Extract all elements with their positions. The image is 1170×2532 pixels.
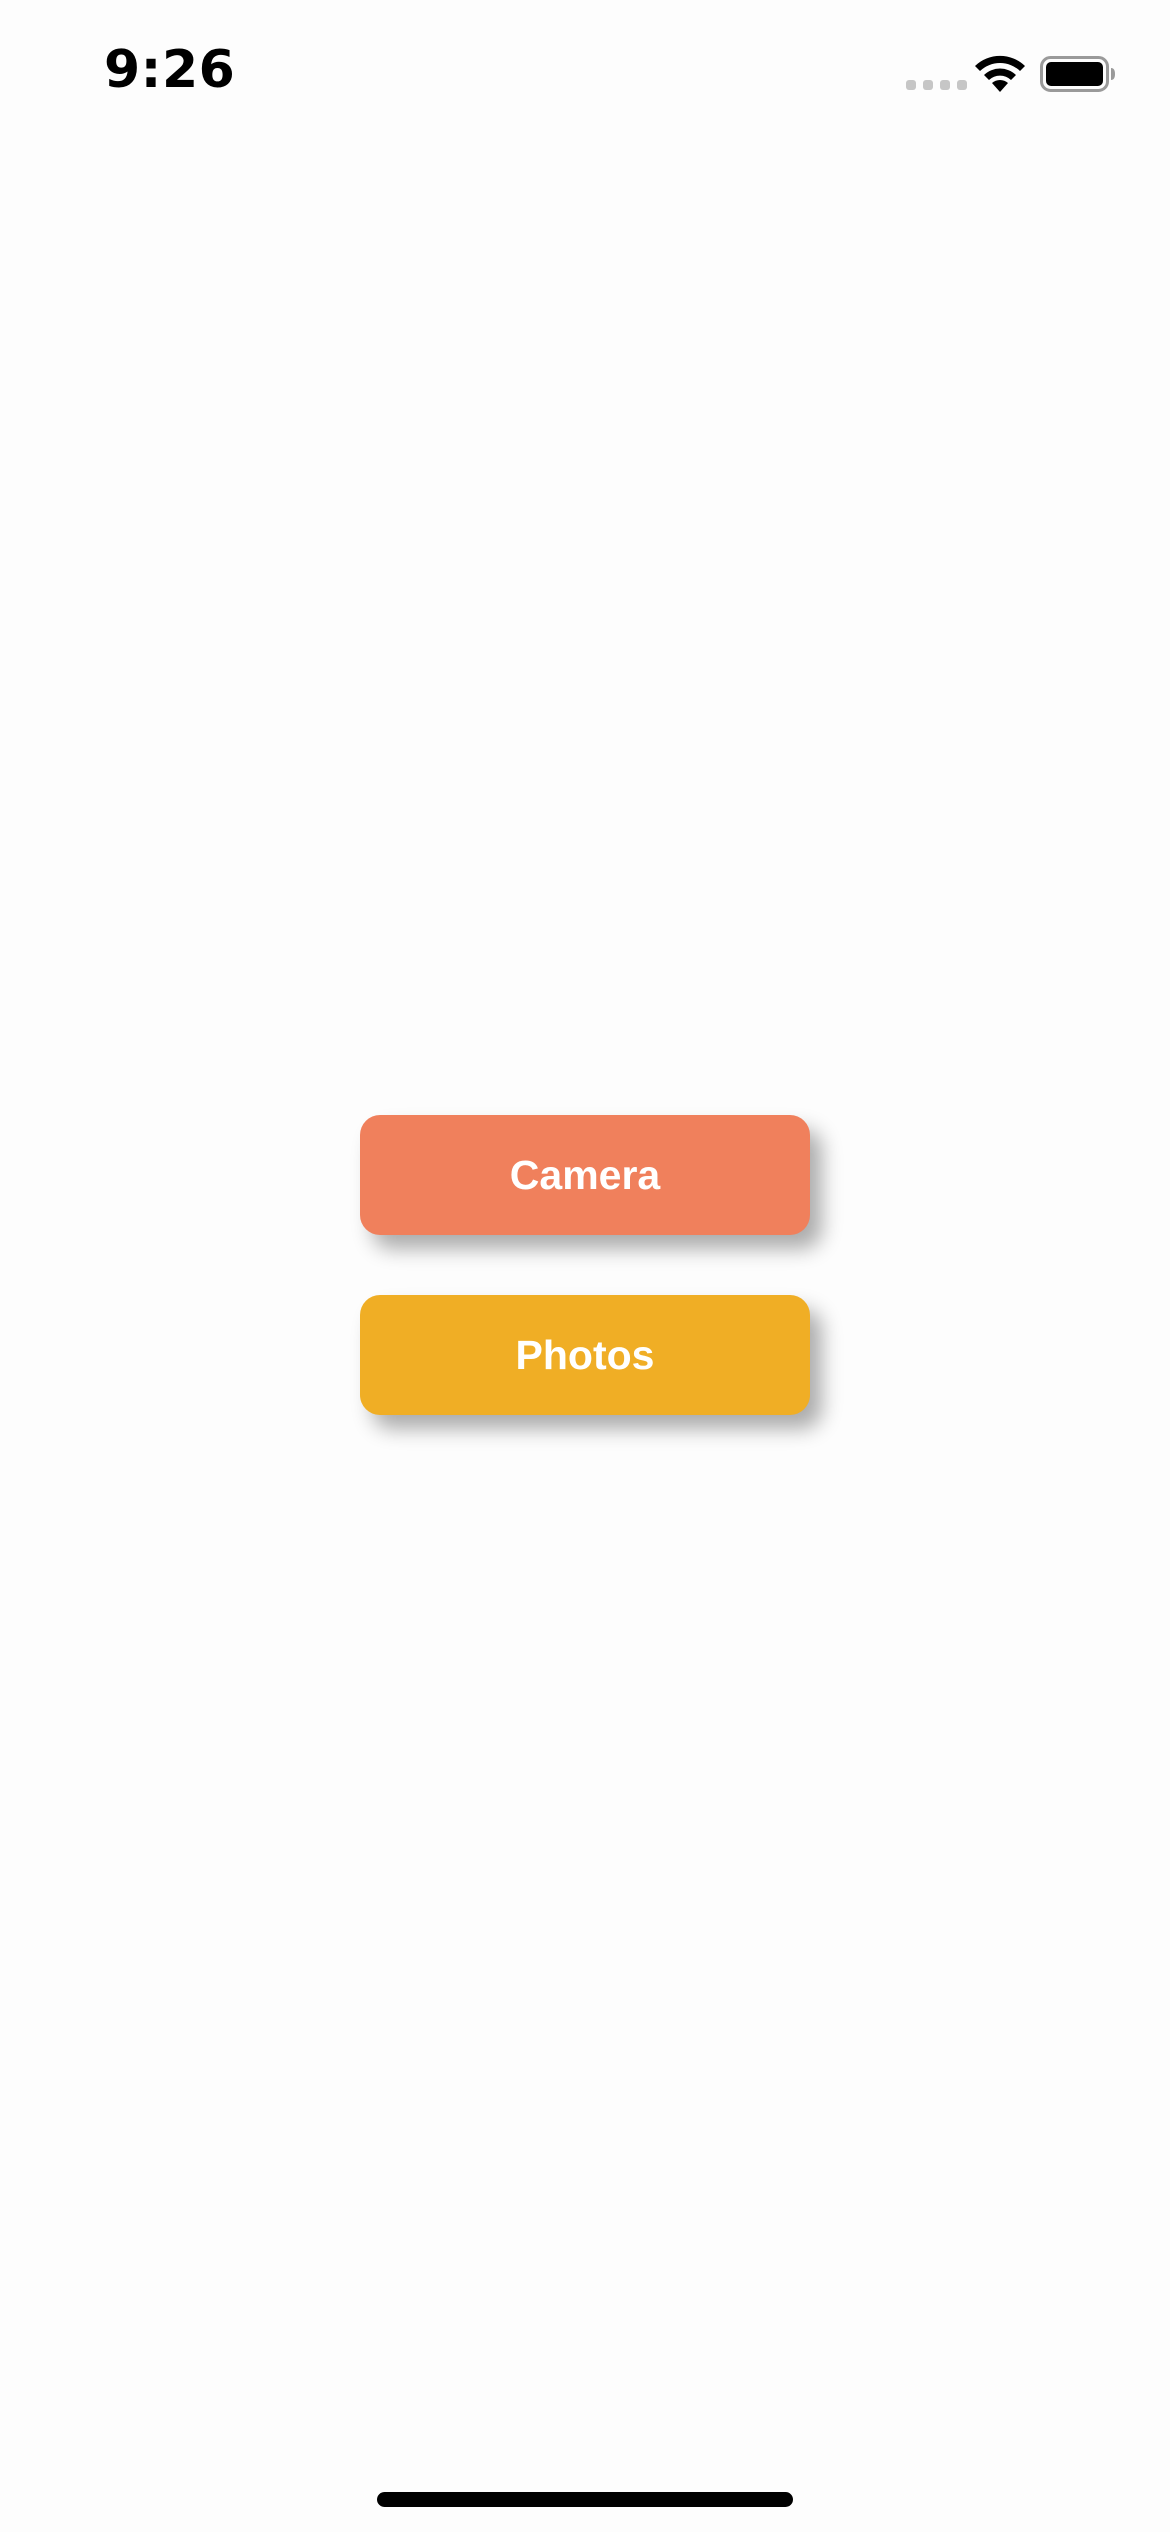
camera-button[interactable]: Camera bbox=[360, 1115, 810, 1235]
wifi-icon bbox=[975, 55, 1025, 92]
status-bar: 9:26 bbox=[0, 0, 1170, 150]
status-time: 9:26 bbox=[104, 40, 236, 100]
cellular-signal-icon bbox=[906, 80, 967, 90]
battery-icon bbox=[1040, 56, 1115, 92]
home-indicator[interactable] bbox=[377, 2492, 793, 2507]
photos-button[interactable]: Photos bbox=[360, 1295, 810, 1415]
